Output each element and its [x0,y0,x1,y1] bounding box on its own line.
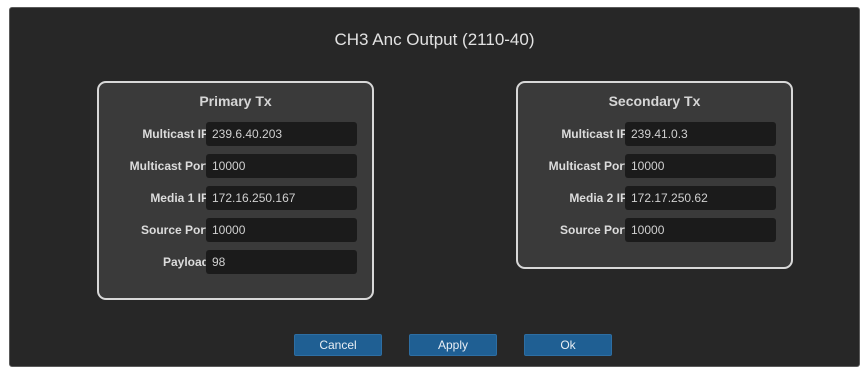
primary-tx-panel: Primary Tx Multicast IP Multicast Port M… [97,81,374,300]
secondary-source-port-input[interactable] [625,218,776,242]
primary-payload-input[interactable] [206,250,357,274]
ok-button[interactable]: Ok [524,334,612,356]
apply-button[interactable]: Apply [409,334,497,356]
primary-multicast-port-label: Multicast Port [129,159,209,173]
secondary-source-port-label: Source Port [559,223,628,237]
primary-source-port-row: Source Port [99,218,372,242]
primary-multicast-ip-label: Multicast IP [142,127,209,141]
primary-tx-title: Primary Tx [199,93,272,109]
primary-source-port-input[interactable] [206,218,357,242]
secondary-tx-panel: Secondary Tx Multicast IP Multicast Port… [516,81,793,269]
secondary-multicast-port-input[interactable] [625,154,776,178]
primary-media-ip-row: Media 1 IP [99,186,372,210]
secondary-multicast-ip-label: Multicast IP [561,127,628,141]
primary-media-ip-label: Media 1 IP [150,191,209,205]
anc-output-dialog: CH3 Anc Output (2110-40) Primary Tx Mult… [9,7,860,367]
primary-multicast-ip-input[interactable] [206,122,357,146]
secondary-media-ip-row: Media 2 IP [518,186,791,210]
secondary-tx-title: Secondary Tx [608,93,701,109]
primary-payload-row: Payload [99,250,372,274]
secondary-multicast-port-row: Multicast Port [518,154,791,178]
secondary-media-ip-input[interactable] [625,186,776,210]
cancel-button[interactable]: Cancel [294,334,382,356]
secondary-media-ip-label: Media 2 IP [569,191,628,205]
primary-multicast-port-row: Multicast Port [99,154,372,178]
secondary-multicast-ip-row: Multicast IP [518,122,791,146]
primary-source-port-label: Source Port [140,223,209,237]
secondary-multicast-ip-input[interactable] [625,122,776,146]
primary-payload-label: Payload [162,255,209,269]
primary-multicast-ip-row: Multicast IP [99,122,372,146]
primary-multicast-port-input[interactable] [206,154,357,178]
primary-media-ip-input[interactable] [206,186,357,210]
dialog-title: CH3 Anc Output (2110-40) [334,30,535,49]
secondary-source-port-row: Source Port [518,218,791,242]
secondary-multicast-port-label: Multicast Port [548,159,628,173]
